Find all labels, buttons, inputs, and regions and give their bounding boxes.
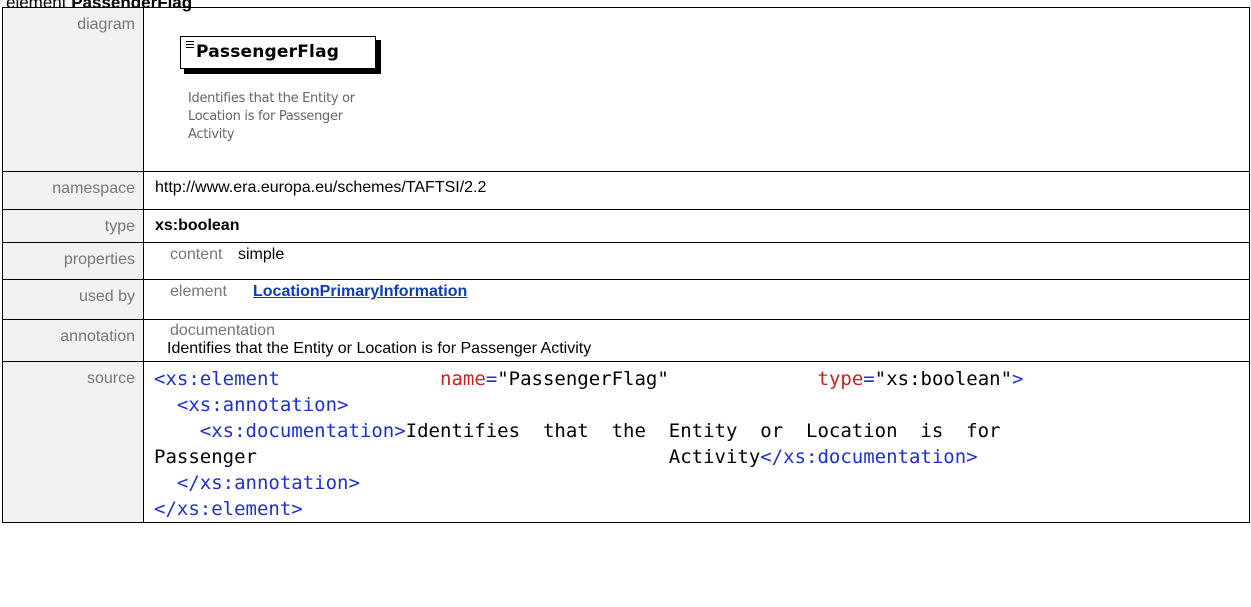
src-attr2-name: type: [817, 368, 864, 390]
src-l4-close: </xs:documentation>: [760, 446, 978, 468]
row-used-by: used by element LocationPrimaryInformatio…: [2, 279, 1250, 320]
element-list-icon: [186, 41, 194, 50]
row-annotation: annotation documentation Identifies that…: [2, 319, 1250, 362]
label-annotation: annotation: [2, 319, 144, 362]
src-line6: </xs:element>: [154, 498, 303, 520]
annotation-key: documentation: [170, 322, 275, 339]
src-line5: </xs:annotation>: [176, 472, 360, 494]
label-diagram: diagram: [2, 7, 144, 172]
used-by-link[interactable]: LocationPrimaryInformation: [253, 283, 467, 300]
row-properties: properties content simple: [2, 242, 1250, 280]
element-diagram: PassengerFlag: [180, 36, 381, 74]
properties-key: content: [170, 246, 223, 263]
label-properties: properties: [2, 242, 144, 280]
src-attr1-name: name: [440, 368, 486, 390]
src-attr1-eq: =: [485, 368, 498, 390]
src-attr1-value: "PassengerFlag": [497, 368, 669, 390]
label-namespace: namespace: [2, 171, 144, 210]
properties-cell: content simple: [143, 242, 1250, 280]
diagram-doc-line: Identifies that the Entity or: [188, 91, 355, 106]
diagram-documentation: Identifies that the Entity or Location i…: [188, 90, 448, 144]
label-used-by: used by: [2, 279, 144, 320]
element-doc-table: diagram namespace http://www.era.europa.…: [2, 7, 1250, 523]
src-l1-open: <xs:element: [154, 368, 280, 390]
annotation-value: Identifies that the Entity or Location i…: [167, 340, 592, 357]
annotation-cell: documentation Identifies that the Entity…: [143, 319, 1250, 362]
source-code: <xs:element name="PassengerFlag" type="x…: [154, 366, 1241, 522]
properties-value: simple: [238, 246, 285, 263]
diagram-element-name: PassengerFlag: [196, 42, 340, 62]
used-by-cell: element LocationPrimaryInformation: [143, 279, 1250, 320]
namespace-value: http://www.era.europa.eu/schemes/TAFTSI/…: [143, 171, 1250, 210]
diagram-element-box: PassengerFlag: [180, 36, 376, 69]
label-source: source: [2, 361, 144, 523]
used-by-key: element: [170, 283, 227, 300]
src-l4-left: Passenger: [154, 446, 257, 468]
src-l3-open: <xs:documentation>: [199, 420, 406, 442]
src-l4-right: Activity: [668, 446, 761, 468]
src-line2: <xs:annotation>: [176, 394, 349, 416]
row-source: source <xs:element name="PassengerFlag" …: [2, 361, 1250, 523]
diagram-doc-line: Activity: [188, 127, 235, 142]
row-namespace: namespace http://www.era.europa.eu/schem…: [2, 171, 1250, 210]
src-l1-close: >: [1012, 368, 1024, 390]
diagram-doc-line: Location is for Passenger: [188, 109, 343, 124]
src-attr2-eq: =: [863, 368, 875, 390]
label-type: type: [2, 209, 144, 243]
source-cell: <xs:element name="PassengerFlag" type="x…: [143, 361, 1250, 523]
src-l3-text: Identifies that the Entity or Location i…: [405, 420, 1001, 442]
type-value: xs:boolean: [143, 209, 1250, 243]
src-attr2-value: "xs:boolean": [874, 368, 1013, 390]
row-type: type xs:boolean: [2, 209, 1250, 243]
